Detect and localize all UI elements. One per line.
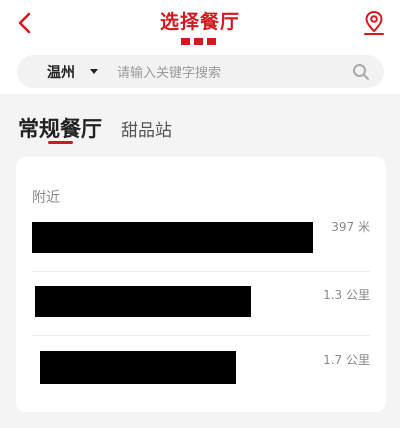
city-selector[interactable]: 温州: [47, 62, 75, 82]
app-header: 选择餐厅: [0, 0, 400, 49]
redaction-block: [35, 286, 251, 317]
restaurant-distance: 1.7 公里: [323, 353, 370, 367]
tab-regular-restaurant[interactable]: 常规餐厅: [18, 113, 102, 143]
caret-down-icon[interactable]: [90, 69, 98, 74]
section-label-nearby: 附近: [32, 190, 60, 206]
row-divider: [32, 335, 370, 336]
redaction-block: [32, 222, 313, 253]
page-title: 选择餐厅: [159, 11, 240, 33]
brand-dot: [194, 38, 203, 45]
brand-dot: [207, 38, 216, 45]
search-bar: 温州: [0, 48, 400, 94]
active-tab-indicator: [48, 141, 73, 144]
search-input[interactable]: [115, 61, 339, 85]
search-box: 温州: [17, 55, 384, 88]
tab-dessert-station[interactable]: 甜品站: [121, 116, 172, 141]
brand-dot: [181, 38, 190, 45]
restaurant-distance: 397 米: [331, 220, 370, 234]
redaction-block: [40, 351, 236, 384]
search-icon[interactable]: [352, 63, 370, 81]
row-divider: [32, 271, 370, 272]
restaurant-list-card: 附近 397 米 1.3 公里 1.7 公里: [16, 157, 386, 412]
brand-mark: [181, 38, 216, 45]
restaurant-type-tabs: 常规餐厅 甜品站: [0, 94, 400, 152]
restaurant-distance: 1.3 公里: [323, 288, 370, 302]
map-pin-icon[interactable]: [362, 10, 386, 36]
